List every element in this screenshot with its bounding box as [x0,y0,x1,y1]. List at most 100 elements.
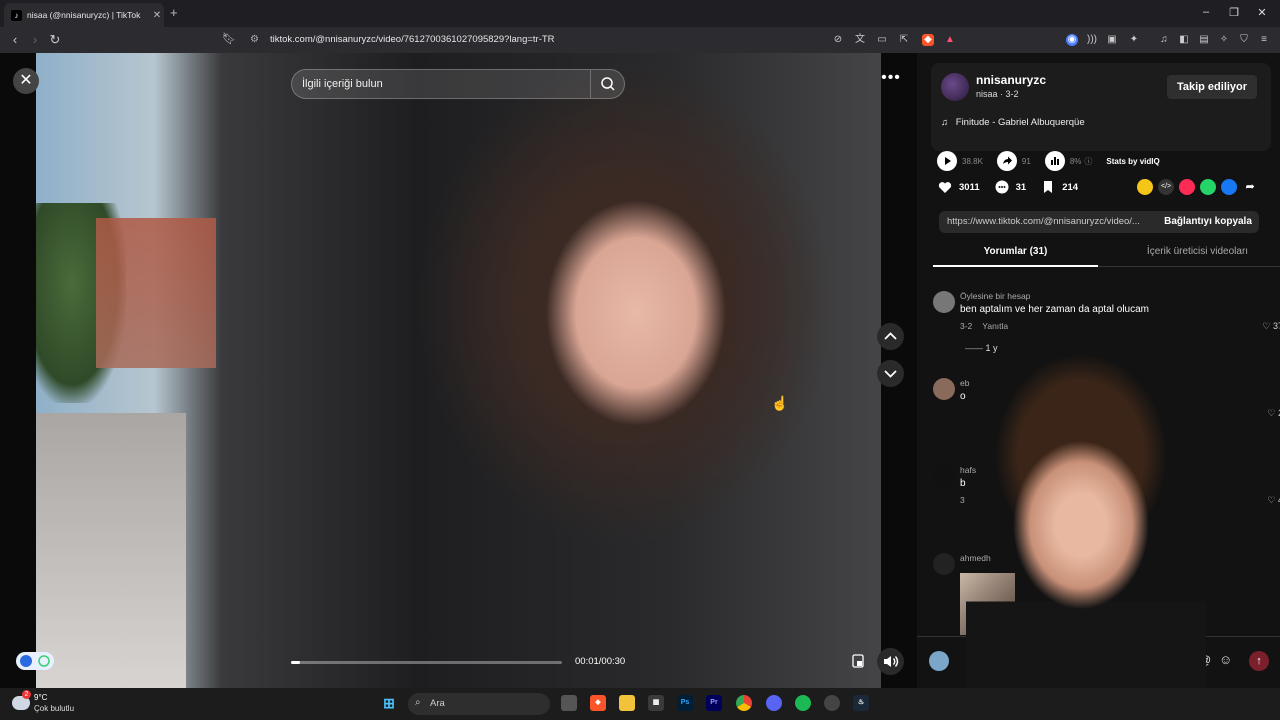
file-explorer-icon[interactable] [619,695,635,711]
search-button[interactable] [590,70,624,98]
vidiq-provider[interactable]: Stats by vidIQ [1106,157,1159,166]
save-button[interactable]: 214 [1040,179,1078,195]
extension-icon[interactable]: ◉ [1066,34,1078,46]
comment-avatar[interactable] [933,378,955,400]
windows-start-icon[interactable]: ⊞ [381,695,397,711]
translate-icon[interactable]: 文 [854,34,866,46]
no-camera-icon[interactable]: ⊘ [832,34,844,46]
music-icon[interactable]: ♫ [1158,34,1170,46]
coin-share-icon[interactable] [1137,179,1154,195]
comment-like[interactable]: ♡ 37 [1262,321,1280,332]
comment-like-count: 37 [1272,321,1280,331]
audio-icon[interactable]: ))) [1086,34,1098,46]
search-icon [601,77,615,91]
comment-avatar[interactable] [933,291,955,313]
spotify-icon[interactable] [795,695,811,711]
comment-text: ben aptalım ve her zaman da aptal olucam [960,304,1149,315]
next-video-button[interactable] [877,360,904,387]
chevron-up-icon [884,332,897,340]
comment-text: b [960,478,966,489]
play-icon [937,151,957,171]
comment-username[interactable]: Öylesine bir hesap [960,291,1030,301]
author-username[interactable]: nnisanuryzc [976,73,1046,87]
volume-icon [884,656,899,667]
more-share-icon[interactable]: ➦ [1242,179,1258,195]
menu-icon[interactable]: ≡ [1258,34,1270,46]
comment-avatar[interactable] [933,553,955,575]
tab-comments[interactable]: Yorumlar (31) [933,246,1098,257]
comment-like[interactable]: ♡ 2 [1267,408,1280,419]
time-readout: 00:01/00:30 [575,656,626,667]
engagement-rate: 8% [1069,156,1082,166]
emoji-icon[interactable]: ☺ [1219,652,1232,667]
share-link-box: https://www.tiktok.com/@nnisanuryzc/vide… [939,211,1259,233]
more-options-icon[interactable]: ••• [878,70,904,91]
premiere-pro-icon[interactable]: Pr [706,695,722,711]
bookmark-icon [1044,181,1053,193]
comment-like[interactable]: ♡ 4 [1267,495,1280,506]
close-video-button[interactable]: ✕ [13,68,39,94]
close-tab-icon[interactable]: ✕ [150,10,164,21]
mouse-cursor-icon: ☝ [771,395,789,411]
discord-icon[interactable] [766,695,782,711]
like-button[interactable]: 3011 [937,179,980,195]
embed-icon[interactable]: </> [1158,179,1175,195]
copy-link-button[interactable]: Bağlantıyı kopyala [1157,211,1259,233]
tab-creator-videos[interactable]: İçerik üreticisi videoları [1115,246,1280,257]
progress-bar[interactable] [291,661,562,664]
vpn-icon[interactable]: ⛉ [1238,34,1250,46]
app-icon[interactable] [824,695,840,711]
bookmark-icon[interactable]: 🔖︎ [220,32,238,45]
site-info-icon[interactable]: ⚙ [250,31,259,49]
maximize-icon[interactable]: ❐ [1224,6,1244,19]
browser-tab[interactable]: ♪ nisaa (@nnisanuryzc) | TikTok ✕ [4,3,164,27]
sidebar-toggle-icon[interactable]: ◧ [1178,34,1190,46]
heart-icon [938,182,952,193]
weather-description[interactable]: Çok bulutlu [34,704,74,713]
comment-avatar[interactable] [933,465,955,487]
previous-video-button[interactable] [877,323,904,350]
send-to-friends-icon[interactable] [1179,179,1196,195]
photoshop-icon[interactable]: Ps [677,695,693,711]
facebook-icon[interactable] [1221,179,1238,195]
related-search-box[interactable]: İlgili içeriği bulun [291,69,625,99]
weather-temperature[interactable]: 9°C [34,693,47,702]
sidebar-panel-icon[interactable]: ▣ [1106,34,1118,46]
volume-button[interactable] [877,648,904,675]
task-view-icon[interactable] [561,695,577,711]
comment-button[interactable]: 31 [994,179,1026,195]
brave-browser-icon[interactable]: ◆ [590,695,606,711]
music-link[interactable]: ♫ Finitude - Gabriel Albuquerqüe [941,117,1085,128]
tiktok-logo-icon: ♪ [11,9,22,21]
new-tab-button[interactable]: + [170,5,178,20]
minimize-icon[interactable]: – [1196,6,1216,18]
reload-icon[interactable]: ↻ [46,32,64,48]
mini-player-icon[interactable] [850,653,866,669]
close-window-icon[interactable]: ✕ [1252,6,1272,19]
following-button[interactable]: Takip ediliyor [1167,75,1257,99]
brave-rewards-icon[interactable]: ▲ [944,34,956,46]
share-page-icon[interactable]: ⇱ [898,34,910,46]
info-icon[interactable]: ⓘ [1084,156,1092,167]
steam-icon[interactable]: ♨ [853,695,869,711]
post-comment-button[interactable]: ↑ [1249,651,1269,671]
leo-ai-icon[interactable]: ✧ [1218,34,1230,46]
microsoft-store-icon[interactable]: ▦ [648,695,664,711]
notification-badge: 2 [22,690,31,699]
video-player[interactable] [36,53,881,688]
shares-count: 91 [1021,156,1031,166]
extensions-puzzle-icon[interactable]: ✦ [1128,34,1140,46]
whatsapp-icon[interactable] [1200,179,1217,195]
author-subtitle: nisaa · 3-2 [976,89,1019,99]
brave-shield-icon[interactable]: ◆ [922,34,934,46]
forward-icon[interactable]: › [26,32,44,47]
author-avatar[interactable] [941,73,969,101]
back-icon[interactable]: ‹ [6,32,24,47]
wallet-icon[interactable]: ▤ [1198,34,1210,46]
extension-badge[interactable] [16,652,54,670]
cast-icon[interactable]: ▭ [876,34,888,46]
taskbar-search[interactable]: ⌕ Ara [408,693,550,715]
search-input[interactable]: İlgili içeriği bulun [302,78,383,90]
chrome-icon[interactable] [736,695,752,711]
share-link-url[interactable]: https://www.tiktok.com/@nnisanuryzc/vide… [947,216,1152,227]
